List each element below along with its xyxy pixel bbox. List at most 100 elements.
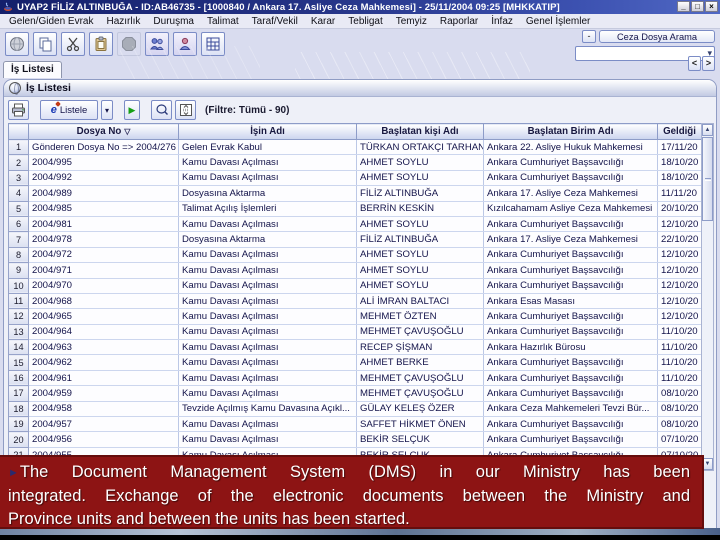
table-row[interactable]: 12 2004/965 Kamu Davası Açılması MEHMET ÖZT… [8, 308, 702, 325]
cell-baslatan-birim: Ankara Ceza Mahkemeleri Tevzi Bür... [483, 401, 658, 418]
search-icon[interactable] [151, 100, 172, 120]
listele-dropdown-button[interactable]: ▾ [101, 100, 113, 120]
menu-item-0[interactable]: Gelen/Giden Evrak [9, 16, 94, 27]
cell-dosya-no: 2004/985 [28, 201, 179, 217]
column-header-baslatan-birim-adi[interactable]: Başlatan Birim Adı [483, 123, 658, 140]
cell-isin-adi: Talimat Açılış İşlemleri [178, 201, 357, 217]
table-row[interactable]: 3 2004/992 Kamu Davası Açılması AHMET SOYLU… [8, 169, 702, 187]
tab-prev-button[interactable]: < [688, 56, 701, 71]
cell-dosya-no: Gönderen Dosya No => 2004/276 [28, 139, 179, 156]
row-number: 20 [8, 431, 29, 448]
listele-button[interactable]: e Listele [40, 100, 98, 120]
table-body: 1 Gönderen Dosya No => 2004/276 Gelen Evra… [8, 138, 702, 464]
cell-isin-adi: Kamu Davası Açılması [178, 431, 357, 448]
cell-isin-adi: Kamu Davası Açılması [178, 324, 357, 341]
cell-geldigi: 07/10/20 [657, 431, 702, 448]
table-row[interactable]: 7 2004/978 Dosyasına Aktarma FİLİZ ALTINBUĞ… [8, 231, 702, 248]
users-icon[interactable] [145, 32, 169, 56]
cell-dosya-no: 2004/965 [28, 308, 179, 325]
cell-geldigi: 08/10/20 [657, 401, 702, 418]
minimize-button[interactable]: _ [677, 1, 690, 12]
menu-item-1[interactable]: Hazırlık [107, 16, 141, 27]
cell-baslatan-kisi: MEHMET ÇAVUŞOĞLU [356, 324, 484, 341]
globe-info-icon[interactable] [5, 32, 29, 56]
paste-icon[interactable] [89, 32, 113, 56]
cell-isin-adi: Kamu Davası Açılması [178, 308, 357, 325]
user-icon[interactable] [173, 32, 197, 56]
cell-isin-adi: Kamu Davası Açılması [178, 370, 357, 387]
table-row[interactable]: 1 Gönderen Dosya No => 2004/276 Gelen Evra… [8, 138, 702, 156]
cell-isin-adi: Kamu Davası Açılması [178, 170, 357, 187]
cell-baslatan-kisi: BERRİN KESKİN [356, 201, 484, 217]
table-row[interactable]: 17 2004/959 Kamu Davası Açılması MEHMET ÇAV… [8, 385, 702, 402]
scroll-list-icon[interactable] [175, 100, 196, 120]
menu-item-4[interactable]: Taraf/Vekil [252, 16, 298, 27]
table-row[interactable]: 6 2004/981 Kamu Davası Açılması AHMET SOYLU… [8, 215, 702, 233]
menu-item-5[interactable]: Karar [311, 16, 335, 27]
row-number: 8 [8, 246, 29, 264]
menu-item-3[interactable]: Talimat [207, 16, 239, 27]
table-row[interactable]: 19 2004/957 Kamu Davası Açılması SAFFET HİK… [8, 416, 702, 433]
table-row[interactable]: 13 2004/964 Kamu Davası Açılması MEHMET ÇAV… [8, 323, 702, 341]
table-row[interactable]: 10 2004/970 Kamu Davası Açılması AHMET SOYL… [8, 277, 702, 294]
cell-geldigi: 08/10/20 [657, 385, 702, 402]
copy-icon[interactable] [33, 32, 57, 56]
cell-dosya-no: 2004/981 [28, 216, 179, 233]
run-button[interactable]: ▶ [124, 100, 140, 120]
window-title: UYAP2 FİLİZ ALTINBUĞA - ID:AB46735 - [10… [17, 1, 560, 13]
cut-icon[interactable] [61, 32, 85, 56]
caption-line-2: integrated. Exchange of the electronic d… [8, 487, 690, 505]
scrollbar-thumb[interactable] [702, 137, 713, 221]
column-header-geldigi[interactable]: Geldiği [657, 123, 702, 140]
table-row[interactable]: 15 2004/962 Kamu Davası Açılması AHMET BERK… [8, 354, 702, 371]
menu-item-2[interactable]: Duruşma [153, 16, 194, 27]
cell-baslatan-birim: Ankara Cumhuriyet Başsavcılığı [483, 370, 658, 387]
cell-baslatan-kisi: TÜRKAN ORTAKÇI TARHAN [356, 139, 484, 156]
cell-baslatan-birim: Ankara Cumhuriyet Başsavcılığı [483, 262, 658, 279]
row-number: 3 [8, 169, 29, 187]
cell-dosya-no: 2004/978 [28, 231, 179, 248]
table-row[interactable]: 20 2004/956 Kamu Davası Açılması BEKİR SELÇ… [8, 431, 702, 448]
column-header-isin-adi[interactable]: İşin Adı [178, 123, 357, 140]
close-button[interactable]: × [705, 1, 718, 12]
row-number: 12 [8, 308, 29, 325]
maximize-button[interactable]: □ [691, 1, 704, 12]
table-row[interactable]: 11 2004/968 Kamu Davası Açılması ALİ İMRAN … [8, 292, 702, 310]
ceza-dosya-arama-button[interactable]: Ceza Dosya Arama [599, 30, 715, 43]
menu-item-8[interactable]: Raporlar [440, 16, 478, 27]
cell-baslatan-birim: Ankara Esas Masası [483, 293, 658, 310]
cell-dosya-no: 2004/958 [28, 401, 179, 418]
menu-item-6[interactable]: Tebligat [348, 16, 382, 27]
table-row[interactable]: 4 2004/989 Dosyasına Aktarma FİLİZ ALTINBUĞ… [8, 185, 702, 202]
cell-baslatan-birim: Ankara Cumhuriyet Başsavcılığı [483, 416, 658, 433]
cell-dosya-no: 2004/962 [28, 354, 179, 371]
cell-baslatan-kisi: MEHMET ÇAVUŞOĞLU [356, 385, 484, 402]
menu-item-10[interactable]: Genel İşlemler [526, 16, 590, 27]
tab-next-button[interactable]: > [702, 56, 715, 71]
menu-item-7[interactable]: Temyiz [396, 16, 427, 27]
table-row[interactable]: 9 2004/971 Kamu Davası Açılması AHMET SOYLU… [8, 262, 702, 279]
cell-baslatan-birim: Ankara Cumhuriyet Başsavcılığı [483, 247, 658, 264]
table-row[interactable]: 14 2004/963 Kamu Davası Açılması RECEP ŞİŞM… [8, 339, 702, 356]
row-number: 11 [8, 292, 29, 310]
vertical-scrollbar[interactable]: ▲ ▼ [701, 123, 714, 471]
cell-baslatan-birim: Ankara Cumhuriyet Başsavcılığı [483, 278, 658, 294]
cell-isin-adi: Kamu Davası Açılması [178, 385, 357, 402]
row-number: 2 [8, 154, 29, 171]
menu-item-9[interactable]: İnfaz [491, 16, 513, 27]
table-row[interactable]: 18 2004/958 Tevzide Açılmış Kamu Davasına … [8, 400, 702, 418]
table-row[interactable]: 8 2004/972 Kamu Davası Açılması AHMET SOYLU… [8, 246, 702, 264]
column-header-baslatan-kisi-adi[interactable]: Başlatan kişi Adı [356, 123, 484, 140]
cell-isin-adi: Kamu Davası Açılması [178, 339, 357, 356]
table-corner-cell [8, 123, 29, 140]
table-row[interactable]: 2 2004/995 Kamu Davası Açılması AHMET SOYLU… [8, 154, 702, 171]
table-row[interactable]: 16 2004/961 Kamu Davası Açılması MEHMET ÇAV… [8, 369, 702, 387]
column-header-dosya-no[interactable]: Dosya No ▽ [28, 123, 179, 140]
run-icon: ▶ [128, 104, 136, 115]
collapse-search-button[interactable]: - [582, 30, 596, 43]
tab-is-listesi[interactable]: İş Listesi [3, 61, 62, 78]
calculator-icon[interactable] [201, 32, 225, 56]
scroll-up-icon[interactable]: ▲ [702, 124, 713, 136]
table-row[interactable]: 5 2004/985 Talimat Açılış İşlemleri BERRİN … [8, 200, 702, 217]
printer-icon[interactable] [8, 100, 29, 120]
